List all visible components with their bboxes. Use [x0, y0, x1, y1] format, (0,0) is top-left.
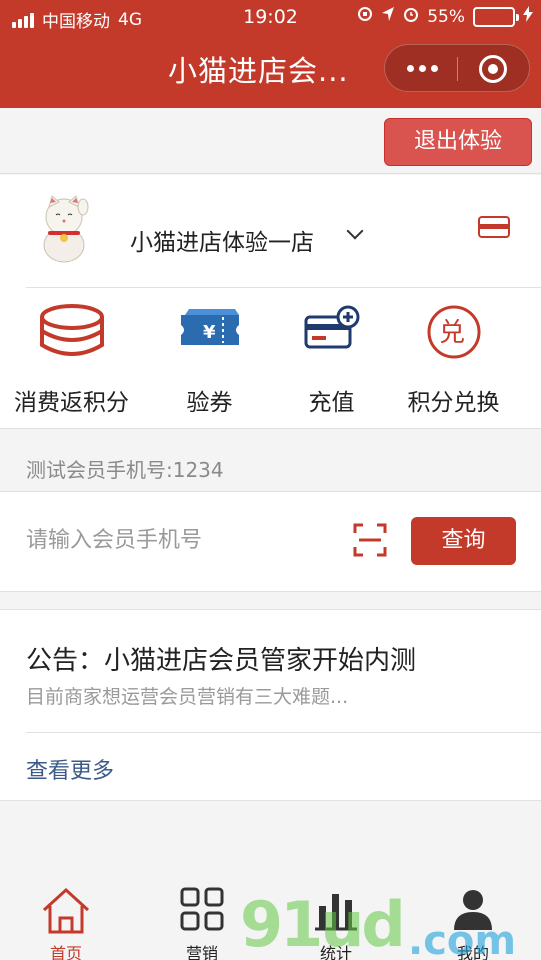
chevron-down-icon — [346, 222, 364, 240]
capsule-divider — [457, 57, 458, 81]
exit-bar: 退出体验 — [0, 108, 541, 174]
tab-label: 营销 — [185, 944, 218, 960]
more-icon[interactable] — [407, 65, 438, 72]
mini-program-capsule[interactable] — [384, 44, 530, 92]
member-card-icon[interactable] — [477, 215, 511, 239]
test-member-tip: 测试会员手机号:1234 — [0, 430, 541, 492]
query-button[interactable]: 查询 — [411, 517, 516, 565]
exit-trial-button[interactable]: 退出体验 — [384, 118, 532, 166]
member-search: 查询 — [0, 492, 541, 592]
phone-input[interactable] — [26, 520, 326, 560]
location-icon — [381, 6, 395, 27]
quick-actions: 消费返积分 ¥ 验券 充值 兑 积分兑换 — [0, 295, 541, 425]
action-points-exchange[interactable]: 兑 积分兑换 — [386, 295, 521, 425]
alarm-icon — [403, 6, 419, 27]
grid-icon — [180, 887, 224, 931]
action-label: 充值 — [308, 390, 355, 416]
top-bar: 中国移动 4G 19:02 55% 小猫进店会... — [0, 0, 541, 108]
battery-icon — [473, 6, 519, 27]
action-label: 消费返积分 — [14, 390, 129, 416]
action-recharge[interactable]: 充值 — [264, 295, 399, 425]
scan-icon[interactable] — [353, 523, 387, 557]
watermark-logo: 91ud — [240, 888, 406, 960]
action-verify-coupon[interactable]: ¥ 验券 — [142, 295, 277, 425]
battery-percent: 55% — [427, 6, 465, 27]
lock-rotation-icon — [357, 6, 373, 27]
svg-text:¥: ¥ — [203, 322, 216, 343]
divider — [26, 287, 541, 288]
coin-stack-icon — [39, 304, 104, 356]
exchange-icon: 兑 — [427, 305, 480, 359]
tab-marketing[interactable]: 营销 — [152, 882, 252, 960]
announcement: 公告：小猫进店会员管家开始内测 目前商家想运营会员营销有三大难题... 查看更多 — [0, 609, 541, 801]
action-label: 积分兑换 — [407, 390, 500, 416]
announcement-title[interactable]: 公告：小猫进店会员管家开始内测 — [26, 640, 416, 677]
card-plus-icon — [304, 305, 359, 349]
charging-icon — [523, 6, 533, 27]
store-card: 小猫进店体验一店 消费返积分 ¥ 验券 充值 兑 积分兑换 — [0, 175, 541, 429]
divider — [26, 732, 541, 733]
tab-home[interactable]: 首页 — [16, 882, 116, 960]
tab-label: 首页 — [49, 944, 82, 960]
tip-text: 测试会员手机号:1234 — [26, 458, 224, 482]
home-icon — [42, 887, 90, 934]
lucky-cat-logo — [43, 195, 89, 263]
close-target-icon[interactable] — [479, 55, 507, 83]
watermark-suffix: .com — [408, 918, 517, 960]
ticket-icon: ¥ — [180, 309, 239, 345]
store-name: 小猫进店体验一店 — [130, 230, 314, 256]
svg-text:兑: 兑 — [439, 318, 465, 348]
store-selector[interactable]: 小猫进店体验一店 — [0, 175, 541, 287]
announcement-summary: 目前商家想运营会员营销有三大难题... — [26, 686, 349, 708]
action-label: 验券 — [186, 390, 233, 416]
action-earn-points[interactable]: 消费返积分 — [4, 295, 139, 425]
page-title: 小猫进店会... — [168, 54, 349, 88]
status-bar: 中国移动 4G 19:02 55% — [0, 0, 541, 36]
view-more-link[interactable]: 查看更多 — [26, 753, 114, 785]
